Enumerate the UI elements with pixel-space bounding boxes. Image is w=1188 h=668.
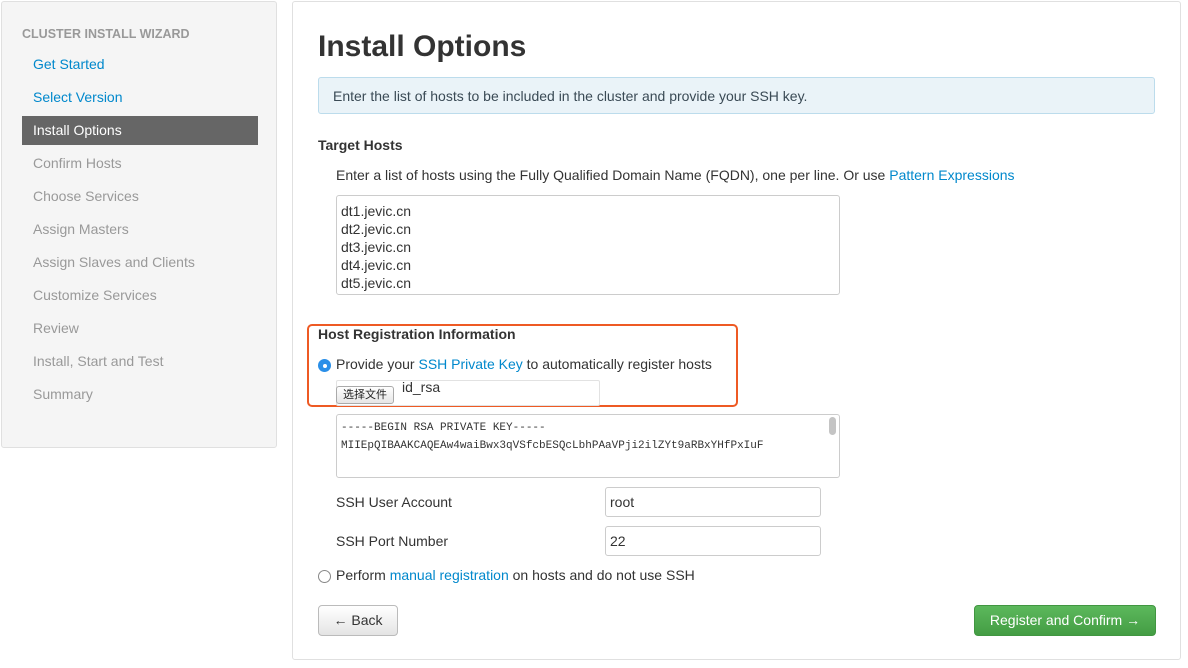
sidebar-item-install-options: Install Options xyxy=(22,116,258,145)
wizard-sidebar: CLUSTER INSTALL WIZARD Get Started Selec… xyxy=(1,1,277,448)
ssh-private-key-link[interactable]: SSH Private Key xyxy=(418,356,522,372)
sidebar-item-review: Review xyxy=(33,320,79,336)
sidebar-item-confirm-hosts: Confirm Hosts xyxy=(33,155,122,171)
choose-file-button[interactable]: 选择文件 xyxy=(336,386,394,404)
target-hosts-textarea[interactable]: dt1.jevic.cn dt2.jevic.cn dt3.jevic.cn d… xyxy=(336,195,840,295)
manual-registration-link[interactable]: manual registration xyxy=(390,567,509,583)
main-panel: Install Options Enter the list of hosts … xyxy=(292,1,1181,660)
sidebar-item-summary: Summary xyxy=(33,386,93,402)
sidebar-header: CLUSTER INSTALL WIZARD xyxy=(22,27,190,41)
info-alert: Enter the list of hosts to be included i… xyxy=(318,77,1155,114)
pattern-expressions-link[interactable]: Pattern Expressions xyxy=(889,167,1014,183)
ssh-user-input[interactable]: root xyxy=(605,487,821,517)
ssh-port-label: SSH Port Number xyxy=(336,533,449,549)
ssh-key-option-label: Provide your SSH Private Key to automati… xyxy=(336,356,712,372)
target-hosts-heading: Target Hosts xyxy=(318,137,403,153)
alert-text: Enter the list of hosts to be included i… xyxy=(333,88,808,104)
sidebar-item-assign-masters: Assign Masters xyxy=(33,221,129,237)
sidebar-item-choose-services: Choose Services xyxy=(33,188,139,204)
ssh-key-textarea[interactable]: -----BEGIN RSA PRIVATE KEY----- MIIEpQIB… xyxy=(336,414,840,478)
ssh-key-radio[interactable] xyxy=(318,359,331,372)
wizard-steps: Get Started Select Version Install Optio… xyxy=(22,48,258,411)
ssh-option-suffix: to automatically register hosts xyxy=(522,356,712,372)
ssh-user-label: SSH User Account xyxy=(336,494,452,510)
ssh-port-input[interactable]: 22 xyxy=(605,526,821,556)
page-title: Install Options xyxy=(318,30,527,63)
ssh-option-prefix: Provide your xyxy=(336,356,419,372)
sidebar-item-select-version[interactable]: Select Version xyxy=(22,81,258,114)
host-registration-heading: Host Registration Information xyxy=(318,326,516,342)
ssh-key-text: -----BEGIN RSA PRIVATE KEY----- MIIEpQIB… xyxy=(341,422,764,452)
target-hosts-desc-text: Enter a list of hosts using the Fully Qu… xyxy=(336,167,890,183)
register-and-confirm-button[interactable]: Register and Confirm → xyxy=(974,605,1156,636)
manual-registration-option-label: Perform manual registration on hosts and… xyxy=(336,567,695,583)
chosen-file-name: id_rsa xyxy=(402,379,441,395)
back-button[interactable]: ← Back xyxy=(318,605,398,636)
sidebar-item-get-started[interactable]: Get Started xyxy=(22,48,258,81)
target-hosts-description: Enter a list of hosts using the Fully Qu… xyxy=(336,167,1015,183)
key-scrollbar-thumb[interactable] xyxy=(829,417,836,435)
manual-option-suffix: on hosts and do not use SSH xyxy=(508,567,695,583)
sidebar-item-install-start-test: Install, Start and Test xyxy=(33,353,164,369)
sidebar-item-assign-slaves: Assign Slaves and Clients xyxy=(33,254,195,270)
manual-option-prefix: Perform xyxy=(336,567,390,583)
key-scrollbar[interactable] xyxy=(829,417,837,475)
manual-registration-radio[interactable] xyxy=(318,570,331,583)
sidebar-item-customize-services: Customize Services xyxy=(33,287,157,303)
